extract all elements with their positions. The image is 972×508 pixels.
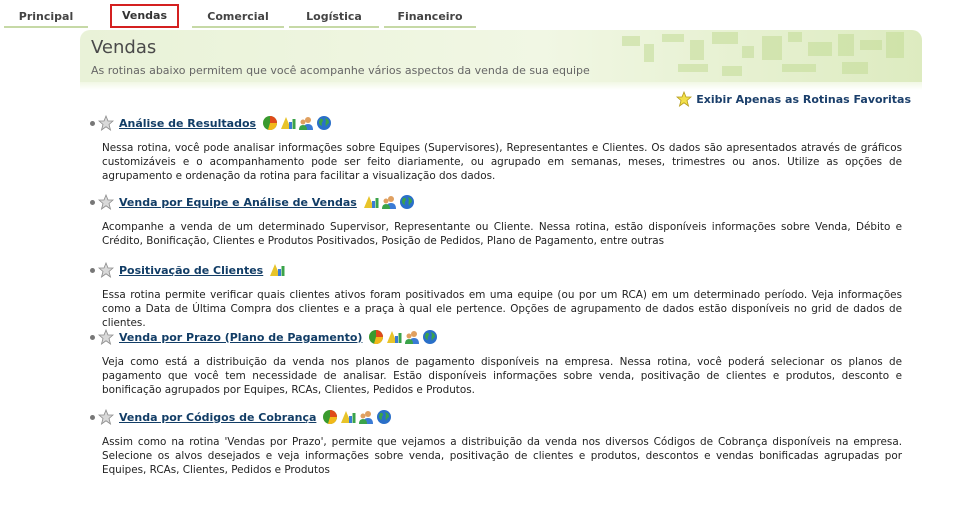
show-favorites-label: Exibir Apenas as Rotinas Favoritas xyxy=(696,92,911,106)
favorite-star-icon[interactable] xyxy=(98,194,114,210)
tab-vendas[interactable]: Vendas xyxy=(110,4,179,28)
header-fade xyxy=(80,82,922,90)
tab-financeiro[interactable]: Financeiro xyxy=(384,8,476,28)
star-icon xyxy=(676,91,693,107)
tab-logistica[interactable]: Logística xyxy=(289,8,379,28)
chart-triangle-icon[interactable] xyxy=(340,409,356,425)
routine-title-link[interactable]: Venda por Prazo (Plano de Pagamento) xyxy=(119,331,362,344)
bullet xyxy=(90,120,95,126)
routine-item: Venda por Equipe e Análise de Vendas Aco… xyxy=(90,193,905,248)
routine-title-link[interactable]: Análise de Resultados xyxy=(119,117,256,130)
users-icon[interactable] xyxy=(358,409,374,425)
routine-description: Essa rotina permite verificar quais clie… xyxy=(102,289,902,329)
bullet xyxy=(90,267,95,273)
globe-icon[interactable] xyxy=(422,329,438,345)
routine-item: Positivação de Clientes Essa rotina perm… xyxy=(90,261,905,330)
globe-icon[interactable] xyxy=(316,115,332,131)
favorite-star-icon[interactable] xyxy=(98,409,114,425)
favorite-star-icon[interactable] xyxy=(98,262,114,278)
pie-chart-icon[interactable] xyxy=(262,115,278,131)
chart-triangle-icon[interactable] xyxy=(280,115,296,131)
users-icon[interactable] xyxy=(381,194,397,210)
routine-title-link[interactable]: Venda por Códigos de Cobrança xyxy=(119,411,316,424)
routine-description: Acompanhe a venda de um determinado Supe… xyxy=(102,221,902,247)
favorite-star-icon[interactable] xyxy=(98,115,114,131)
routine-description: Nessa rotina, você pode analisar informa… xyxy=(102,142,902,182)
chart-triangle-icon[interactable] xyxy=(269,262,285,278)
routine-item: Análise de Resultados Nessa rotina, você… xyxy=(90,114,905,183)
bullet xyxy=(90,414,95,420)
main-tab-bar: Principal Vendas Comercial Logística Fin… xyxy=(0,0,972,30)
page-subtitle: As rotinas abaixo permitem que você acom… xyxy=(91,64,590,77)
globe-icon[interactable] xyxy=(399,194,415,210)
favorite-star-icon[interactable] xyxy=(98,329,114,345)
routine-title-link[interactable]: Venda por Equipe e Análise de Vendas xyxy=(119,196,357,209)
globe-icon[interactable] xyxy=(376,409,392,425)
routine-description: Veja como está a distribuição da venda n… xyxy=(102,356,902,396)
routine-item: Venda por Códigos de Cobrança Assim como… xyxy=(90,408,905,477)
pie-chart-icon[interactable] xyxy=(322,409,338,425)
chart-triangle-icon[interactable] xyxy=(386,329,402,345)
routine-item: Venda por Prazo (Plano de Pagamento) Vej… xyxy=(90,328,905,397)
bullet xyxy=(90,199,95,205)
tab-principal[interactable]: Principal xyxy=(4,8,88,28)
header-decoration xyxy=(622,32,904,76)
bullet xyxy=(90,334,95,340)
chart-triangle-icon[interactable] xyxy=(363,194,379,210)
page-header: Vendas As rotinas abaixo permitem que vo… xyxy=(80,30,922,82)
routine-title-link[interactable]: Positivação de Clientes xyxy=(119,264,263,277)
page-title: Vendas xyxy=(91,37,157,58)
routine-description: Assim como na rotina 'Vendas por Prazo',… xyxy=(102,436,902,476)
pie-chart-icon[interactable] xyxy=(368,329,384,345)
users-icon[interactable] xyxy=(298,115,314,131)
show-favorites-link[interactable]: Exibir Apenas as Rotinas Favoritas xyxy=(676,91,911,107)
users-icon[interactable] xyxy=(404,329,420,345)
tab-comercial[interactable]: Comercial xyxy=(192,8,284,28)
